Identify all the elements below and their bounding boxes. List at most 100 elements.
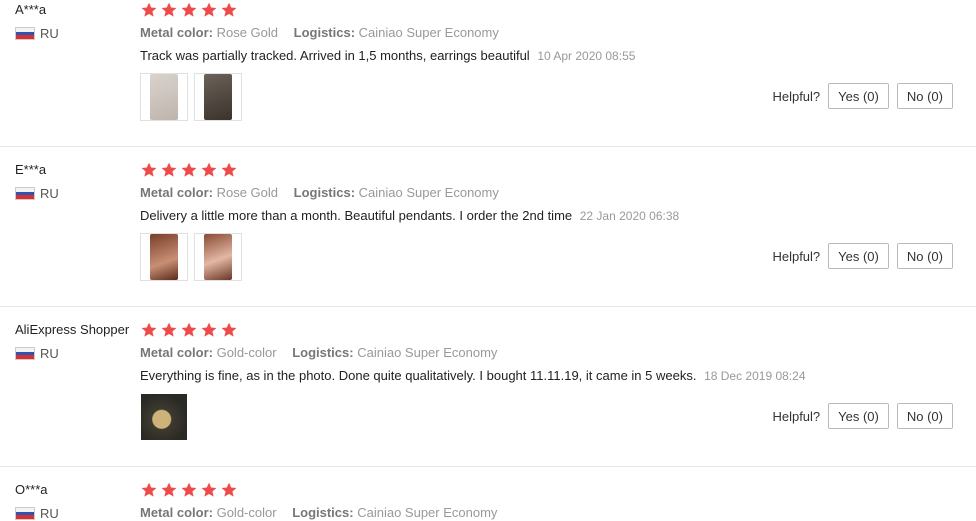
attr-key: Metal color:	[140, 185, 213, 200]
star-icon	[180, 161, 198, 179]
review-body: Metal color: Rose Gold Logistics: Cainia…	[140, 160, 679, 281]
country-code: RU	[40, 186, 59, 201]
reviewer-name: AliExpress Shopper	[15, 322, 130, 337]
attr-value: Cainiao Super Economy	[357, 505, 498, 520]
star-icon	[140, 161, 158, 179]
flag-ru-icon	[15, 347, 35, 360]
review-photos	[140, 73, 635, 121]
country-code: RU	[40, 346, 59, 361]
reviewer-country: RU	[15, 186, 59, 201]
attr-value: Gold-color	[216, 505, 277, 520]
review-date: 10 Apr 2020 08:55	[537, 49, 636, 63]
attr-value: Cainiao Super Economy	[358, 25, 499, 40]
attr-key: Logistics:	[292, 345, 354, 360]
helpful-section: Helpful? Yes (0) No (0)	[772, 243, 953, 269]
review-date: 22 Jan 2020 06:38	[579, 209, 680, 223]
star-icon	[220, 1, 238, 19]
reviewer-country: RU	[15, 26, 59, 41]
star-icon	[200, 481, 218, 499]
helpful-yes-button[interactable]: Yes (0)	[828, 403, 889, 429]
review-attributes: Metal color: Gold-color Logistics: Caini…	[140, 345, 806, 360]
star-icon	[160, 1, 178, 19]
star-icon	[220, 321, 238, 339]
star-icon	[200, 321, 218, 339]
review-item: AliExpress Shopper RU Metal color: Gold-…	[0, 320, 976, 480]
country-code: RU	[40, 26, 59, 41]
attr-key: Metal color:	[140, 505, 213, 520]
star-icon	[140, 1, 158, 19]
helpful-yes-button[interactable]: Yes (0)	[828, 83, 889, 109]
review-date: 18 Dec 2019 08:24	[704, 369, 806, 383]
review-content: Delivery a little more than a month. Bea…	[140, 208, 573, 223]
review-attributes: Metal color: Rose Gold Logistics: Cainia…	[140, 185, 679, 200]
helpful-section: Helpful? Yes (0) No (0)	[772, 83, 953, 109]
reviewer-country: RU	[15, 506, 59, 521]
helpful-no-button[interactable]: No (0)	[896, 403, 953, 429]
star-icon	[140, 321, 158, 339]
reviewer-name: O***a	[15, 482, 48, 497]
helpful-label: Helpful?	[772, 88, 821, 104]
star-icon	[180, 321, 198, 339]
attr-value: Rose Gold	[216, 25, 279, 40]
star-icon	[180, 481, 198, 499]
review-content: Everything is fine, as in the photo. Don…	[140, 368, 697, 383]
review-content: Track was partially tracked. Arrived in …	[140, 48, 530, 63]
review-photo[interactable]	[140, 73, 188, 121]
review-photos	[140, 393, 806, 441]
star-icon	[200, 1, 218, 19]
reviewer-name: E***a	[15, 162, 47, 177]
review-photo[interactable]	[140, 393, 188, 441]
review-divider	[0, 306, 976, 307]
attr-key: Logistics:	[293, 25, 356, 40]
review-photos	[140, 233, 679, 281]
attr-value: Rose Gold	[216, 185, 279, 200]
attr-key: Logistics:	[292, 505, 354, 520]
star-icon	[220, 161, 238, 179]
country-code: RU	[40, 506, 59, 521]
review-divider	[0, 146, 976, 147]
attr-value: Gold-color	[216, 345, 277, 360]
reviewer-info: O***a RU	[15, 481, 59, 521]
reviewer-info: A***a RU	[15, 1, 59, 41]
star-rating	[140, 320, 806, 340]
attr-key: Metal color:	[140, 345, 213, 360]
flag-ru-icon	[15, 507, 35, 520]
review-item: O***a RU Metal color: Gold-color Logisti…	[0, 480, 976, 521]
flag-ru-icon	[15, 187, 35, 200]
reviewer-country: RU	[15, 346, 129, 361]
attr-value: Cainiao Super Economy	[358, 185, 499, 200]
helpful-yes-button[interactable]: Yes (0)	[828, 243, 889, 269]
reviewer-name: A***a	[15, 2, 47, 17]
star-icon	[160, 321, 178, 339]
review-photo[interactable]	[194, 73, 242, 121]
review-photo[interactable]	[140, 233, 188, 281]
review-item: E***a RU Metal color: Rose Gold Logistic…	[0, 160, 976, 320]
review-photo[interactable]	[194, 233, 242, 281]
attr-value: Cainiao Super Economy	[357, 345, 498, 360]
review-divider	[0, 466, 976, 467]
review-text: Everything is fine, as in the photo. Don…	[140, 368, 806, 383]
review-item: A***a RU Metal color: Rose Gold Logistic…	[0, 0, 976, 160]
star-icon	[180, 1, 198, 19]
review-text: Track was partially tracked. Arrived in …	[140, 48, 635, 63]
helpful-no-button[interactable]: No (0)	[896, 83, 953, 109]
star-rating	[140, 480, 509, 500]
reviewer-info: E***a RU	[15, 161, 59, 201]
helpful-no-button[interactable]: No (0)	[896, 243, 953, 269]
attr-key: Logistics:	[293, 185, 356, 200]
star-icon	[160, 481, 178, 499]
review-text: Delivery a little more than a month. Bea…	[140, 208, 679, 223]
star-icon	[200, 161, 218, 179]
reviewer-info: AliExpress Shopper RU	[15, 321, 129, 361]
review-body: Metal color: Rose Gold Logistics: Cainia…	[140, 0, 635, 121]
attr-key: Metal color:	[140, 25, 213, 40]
helpful-label: Helpful?	[772, 248, 821, 264]
star-rating	[140, 0, 635, 20]
helpful-label: Helpful?	[772, 408, 821, 424]
helpful-section: Helpful? Yes (0) No (0)	[772, 403, 953, 429]
star-rating	[140, 160, 679, 180]
review-attributes: Metal color: Rose Gold Logistics: Cainia…	[140, 25, 635, 40]
star-icon	[160, 161, 178, 179]
flag-ru-icon	[15, 27, 35, 40]
star-icon	[140, 481, 158, 499]
